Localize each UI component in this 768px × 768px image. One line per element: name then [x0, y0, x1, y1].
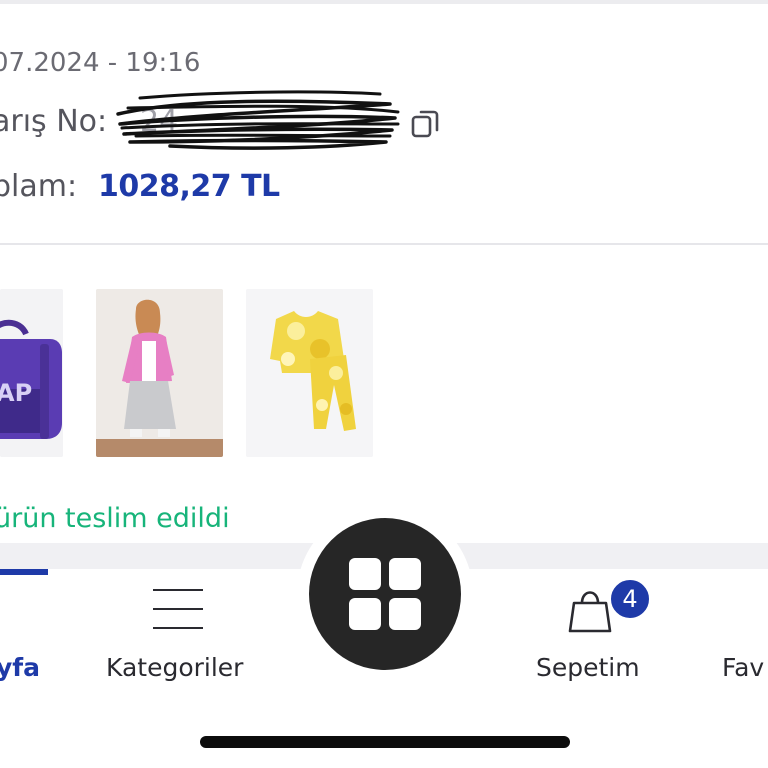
order-number-label: arış No: — [0, 104, 108, 139]
copy-icon[interactable] — [411, 108, 441, 138]
order-total-label: plam: — [0, 169, 78, 204]
cart-count-badge: 4 — [609, 578, 651, 620]
delivery-status-text: ürün teslim edildi — [0, 503, 230, 534]
kids-pajama-thumbnail[interactable] — [246, 289, 373, 457]
yellow-tie-dye-set-image — [246, 289, 373, 457]
pink-jacket-outfit-image — [96, 289, 223, 457]
order-total-value: 1028,27 TL — [98, 169, 280, 204]
order-summary-card[interactable]: 07.2024 - 19:16 arış No: 24 plam: 1028,2… — [0, 4, 768, 244]
section-divider — [0, 243, 768, 245]
nav-cart-label: Sepetim — [536, 653, 640, 682]
center-menu-button[interactable] — [309, 518, 461, 670]
redaction-scribble — [116, 90, 400, 150]
backpack-thumbnail[interactable]: AP — [0, 289, 63, 457]
order-date: 07.2024 - 19:16 — [0, 48, 201, 78]
grid-icon — [349, 558, 421, 630]
woman-outfit-thumbnail[interactable] — [96, 289, 223, 457]
purple-backpack-image: AP — [0, 289, 63, 457]
home-indicator[interactable] — [200, 736, 570, 748]
shopping-bag-icon — [568, 591, 612, 633]
nav-favorites[interactable]: Fav — [700, 569, 768, 699]
nav-favorites-label: Fav — [722, 653, 765, 682]
backpack-logo-text: AP — [0, 379, 32, 407]
